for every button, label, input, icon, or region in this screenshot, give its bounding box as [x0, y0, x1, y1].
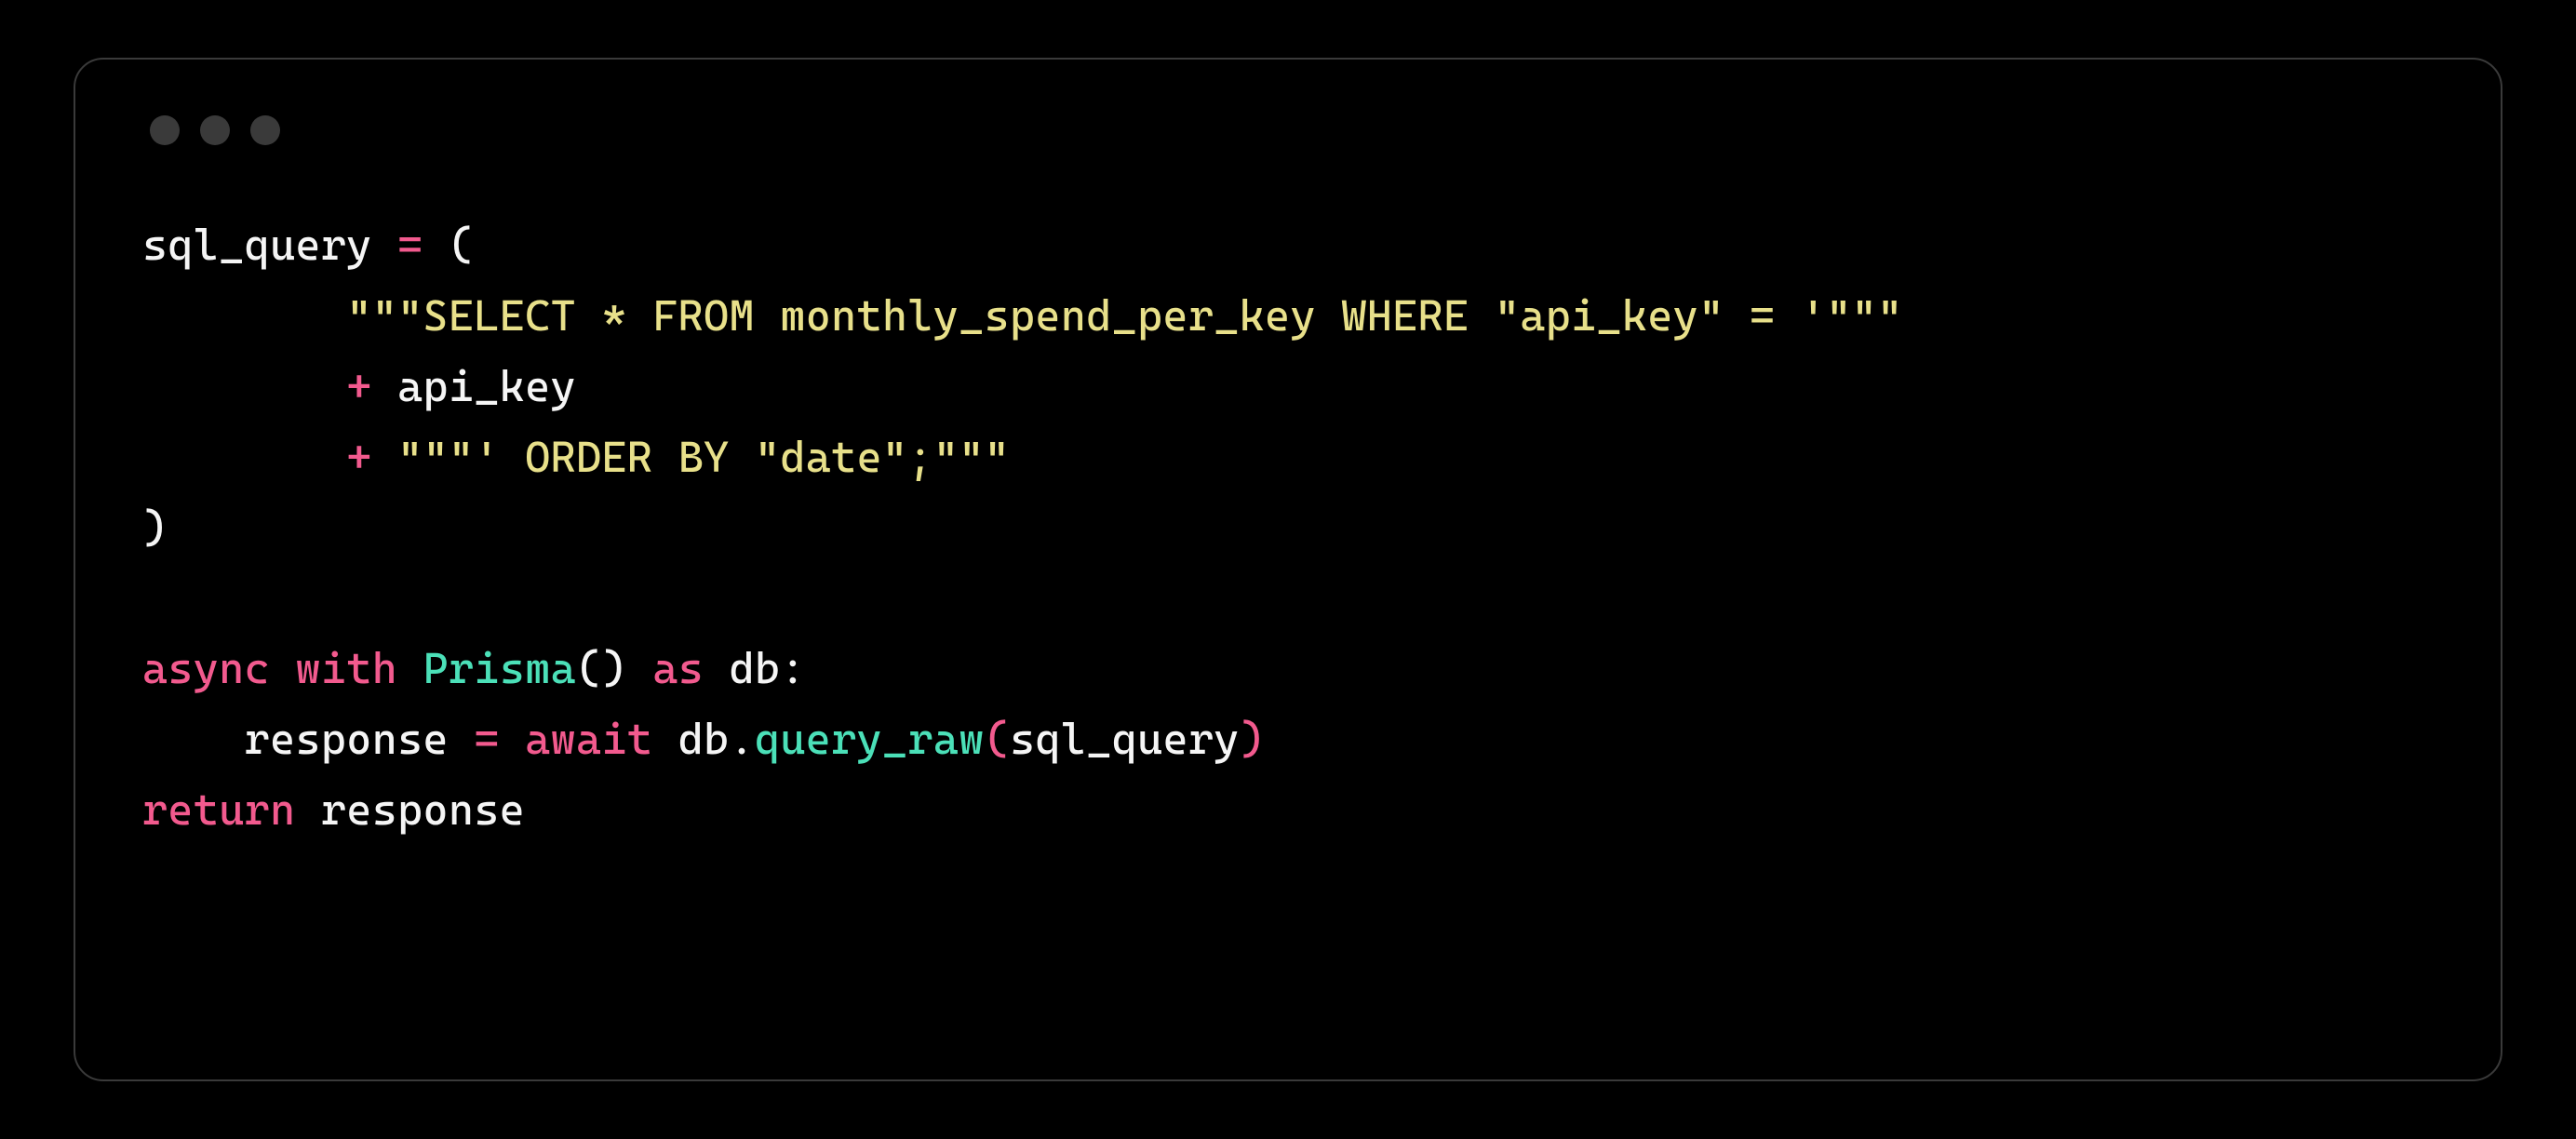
token-space [397, 643, 423, 693]
token-variable: response [245, 714, 475, 764]
token-dot: . [730, 714, 755, 764]
code-line-3: + api_key [142, 361, 576, 411]
token-keyword: await [525, 714, 652, 764]
token-operator: = [397, 220, 423, 270]
code-line-5: ) [142, 502, 168, 553]
token-string: """' ORDER BY "date";""" [397, 432, 1010, 482]
traffic-light-minimize-icon [200, 115, 230, 145]
code-line-4: + """' ORDER BY "date";""" [142, 432, 1010, 482]
token-paren: ( [423, 220, 475, 270]
token-indent [142, 361, 346, 411]
token-keyword: with [296, 643, 398, 693]
token-string: """SELECT * FROM monthly_spend_per_key W… [346, 290, 1902, 341]
token-space [295, 784, 320, 835]
code-line-2: """SELECT * FROM monthly_spend_per_key W… [142, 290, 1903, 341]
token-variable: sql_query [142, 220, 397, 270]
token-argument: sql_query [1010, 714, 1240, 764]
token-indent [142, 714, 245, 764]
token-paren: ) [142, 502, 168, 553]
token-paren: ) [1240, 714, 1265, 764]
token-class: Prisma [423, 643, 576, 693]
token-keyword: as [652, 643, 704, 693]
code-block: sql_query = ( """SELECT * FROM monthly_s… [142, 210, 2434, 846]
code-line-8: response = await db.query_raw(sql_query) [142, 714, 1265, 764]
token-keyword: return [142, 784, 295, 835]
window-traffic-lights [150, 115, 2434, 145]
token-operator: + [346, 432, 371, 482]
token-method: query_raw [755, 714, 985, 764]
token-paren: () [576, 643, 627, 693]
token-variable: api_key [372, 361, 576, 411]
token-space [627, 643, 652, 693]
token-indent [142, 432, 346, 482]
traffic-light-close-icon [150, 115, 180, 145]
code-line-7: async with Prisma() as db: [142, 643, 806, 693]
token-space [704, 643, 729, 693]
token-space [500, 714, 525, 764]
traffic-light-zoom-icon [250, 115, 280, 145]
code-window: sql_query = ( """SELECT * FROM monthly_s… [74, 58, 2502, 1081]
token-space [372, 432, 397, 482]
token-variable: db [730, 643, 781, 693]
token-operator: + [346, 361, 371, 411]
token-space [652, 714, 678, 764]
token-variable: response [321, 784, 525, 835]
code-line-9: return response [142, 784, 525, 835]
token-operator: = [474, 714, 499, 764]
token-colon: : [780, 643, 805, 693]
token-space [270, 643, 295, 693]
token-keyword: async [142, 643, 270, 693]
code-line-1: sql_query = ( [142, 220, 474, 270]
token-variable: db [678, 714, 730, 764]
token-indent [142, 290, 346, 341]
token-paren: ( [985, 714, 1010, 764]
